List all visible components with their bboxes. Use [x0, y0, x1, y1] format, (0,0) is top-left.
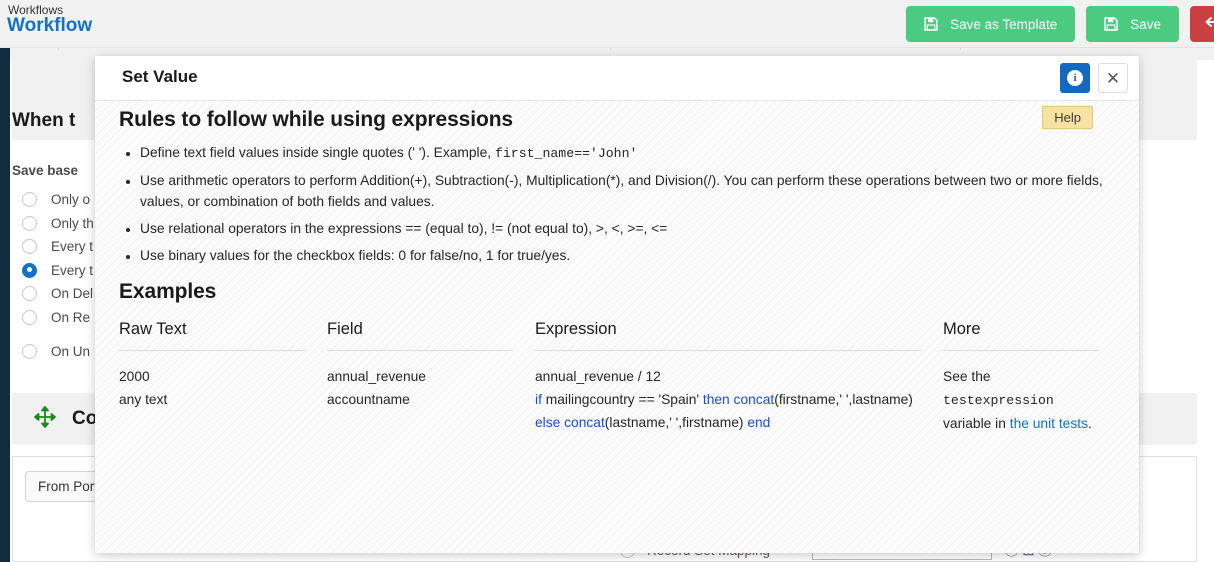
radio-button[interactable]: [22, 192, 37, 208]
rule-item: Use relational operators in the expressi…: [140, 218, 1115, 239]
rule-item: Define text field values inside single q…: [140, 142, 1115, 164]
rule-item: Use arithmetic operators to perform Addi…: [140, 170, 1115, 212]
info-icon: i: [1067, 70, 1083, 86]
rule-text: Use arithmetic operators to perform Addi…: [140, 173, 1103, 209]
radio-button[interactable]: [22, 215, 37, 231]
rule-text: Define text field values inside single q…: [140, 145, 495, 160]
field-value: accountname: [327, 392, 410, 407]
radio-label: Only th: [51, 215, 94, 231]
radio-label: Every t: [51, 239, 94, 255]
radio-button[interactable]: [22, 286, 37, 302]
expression-keyword: then concat: [702, 392, 775, 407]
rule-text: Use binary values for the checkbox field…: [140, 248, 571, 263]
radio-button[interactable]: [22, 309, 37, 325]
column-header: Raw Text: [119, 320, 305, 351]
field-value: annual_revenue: [327, 369, 426, 384]
examples-heading: Examples: [119, 280, 217, 303]
radio-button[interactable]: [22, 262, 37, 278]
save-label: Save: [1130, 16, 1161, 32]
connect-card-title: Co: [72, 408, 98, 429]
column-header: Expression: [535, 320, 921, 351]
save-button[interactable]: Save: [1086, 6, 1179, 42]
column-header: More: [943, 320, 1099, 351]
more-code: testexpression: [943, 393, 1054, 408]
modal-titlebar: Set Value i ✕: [95, 56, 1139, 101]
modal-title: Set Value: [122, 67, 198, 86]
floppy-disk-icon: [924, 17, 938, 31]
expression-text: (lastname,' ',firstname): [604, 415, 748, 430]
radio-label: Only o: [51, 192, 91, 208]
help-tooltip: Help: [1042, 106, 1093, 129]
column-cell: See the testexpression variable in the u…: [943, 351, 1099, 435]
examples-column-field: Field annual_revenue accountname: [327, 320, 535, 435]
radio-label: On Del: [51, 286, 94, 302]
expression-keyword: else concat: [535, 415, 605, 430]
expression-text: mailingcountry == 'Spain': [541, 392, 703, 407]
radio-label: On Un: [51, 344, 91, 360]
expression-keyword: end: [747, 415, 771, 430]
expression-text: (firstname,' ',lastname): [774, 392, 913, 407]
rules-heading: Rules to follow while using expressions: [119, 108, 514, 131]
when-to-run-title: When t: [12, 110, 76, 131]
radio-button[interactable]: [22, 344, 37, 360]
radio-label: On Re: [51, 309, 91, 325]
raw-text-value: 2000: [119, 369, 150, 384]
undo-button[interactable]: [1190, 6, 1214, 42]
close-modal-button[interactable]: ✕: [1098, 63, 1128, 93]
radio-option-selected[interactable]: Every t: [22, 259, 94, 283]
examples-column-raw-text: Raw Text 2000 any text: [119, 320, 327, 435]
expression-line: if mailingcountry == 'Spain' then concat…: [535, 388, 921, 434]
column-cell: 2000 any text: [119, 351, 305, 411]
raw-text-value: any text: [119, 392, 168, 407]
header-actions: Save as Template Save: [906, 6, 1214, 42]
more-text: variable in: [943, 416, 1010, 431]
examples-table: Raw Text 2000 any text Field annual_reve…: [119, 320, 1115, 435]
move-arrows-icon: [32, 404, 58, 435]
column-cell: annual_revenue / 12 if mailingcountry ==…: [535, 351, 921, 434]
save-based-radio-group: Only o Only th Every t Every t On Del On…: [22, 188, 94, 364]
radio-option[interactable]: Only th: [22, 212, 94, 236]
modal-body: Rules to follow while using expressions …: [95, 101, 1139, 553]
page-title: Workflow: [7, 15, 93, 36]
examples-column-expression: Expression annual_revenue / 12 if mailin…: [535, 320, 943, 435]
radio-option[interactable]: Every t: [22, 235, 94, 259]
expression-line: annual_revenue / 12: [535, 369, 661, 384]
expression-keyword: if: [535, 392, 542, 407]
examples-column-more: More See the testexpression variable in …: [943, 320, 1121, 435]
rule-item: Use binary values for the checkbox field…: [140, 245, 1115, 266]
save-as-template-button[interactable]: Save as Template: [906, 6, 1076, 42]
radio-button[interactable]: [22, 239, 37, 255]
save-based-label: Save base: [12, 163, 79, 178]
left-rail: [0, 48, 10, 562]
radio-option[interactable]: On Re: [22, 306, 94, 330]
rules-list: Define text field values inside single q…: [119, 142, 1115, 266]
unit-tests-link[interactable]: the unit tests: [1010, 416, 1088, 431]
set-value-modal: Set Value i ✕ Help Rules to follow while…: [95, 56, 1139, 553]
column-header: Field: [327, 320, 513, 351]
undo-arrow-icon: [1204, 15, 1214, 34]
help-info-button[interactable]: i: [1060, 63, 1090, 93]
radio-option[interactable]: Only o: [22, 188, 94, 212]
save-as-template-label: Save as Template: [950, 16, 1058, 32]
more-text: .: [1087, 416, 1092, 431]
app-header: Workflows Workflow Save as Template Save: [0, 0, 1214, 48]
rule-text: Use relational operators in the expressi…: [140, 221, 668, 236]
modal-title-actions: i ✕: [1060, 63, 1128, 93]
more-text: See the: [943, 369, 991, 384]
column-cell: annual_revenue accountname: [327, 351, 513, 411]
rule-code: first_name=='John': [494, 146, 638, 161]
radio-label: Every t: [51, 262, 94, 278]
floppy-disk-icon: [1104, 17, 1118, 31]
radio-option[interactable]: On Un: [22, 340, 94, 364]
radio-option[interactable]: On Del: [22, 282, 94, 306]
